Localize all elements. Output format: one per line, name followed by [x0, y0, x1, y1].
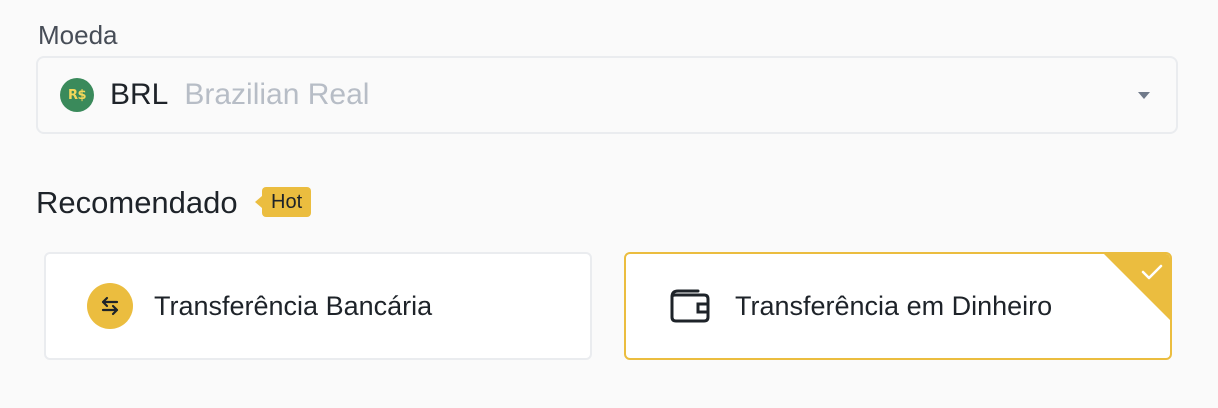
payment-method-bank-transfer[interactable]: Transferência Bancária — [44, 252, 592, 360]
wallet-icon — [668, 284, 712, 328]
hot-badge: Hot — [254, 187, 312, 217]
payment-method-cash-transfer[interactable]: Transferência em Dinheiro — [624, 252, 1172, 360]
currency-code: BRL — [110, 78, 169, 111]
payment-method-label: Transferência em Dinheiro — [735, 290, 1053, 321]
currency-select[interactable]: R$ BRL Brazilian Real — [36, 56, 1178, 134]
recommended-title: Recomendado — [36, 185, 238, 220]
brl-coin-icon: R$ — [60, 78, 94, 112]
payment-method-label: Transferência Bancária — [154, 290, 433, 321]
check-icon — [1141, 264, 1163, 280]
caret-down-icon[interactable] — [1138, 92, 1150, 99]
currency-name: Brazilian Real — [184, 78, 370, 111]
coin-symbol: R$ — [67, 87, 87, 103]
swap-arrows-icon — [87, 283, 133, 329]
currency-label: Moeda — [38, 20, 118, 50]
